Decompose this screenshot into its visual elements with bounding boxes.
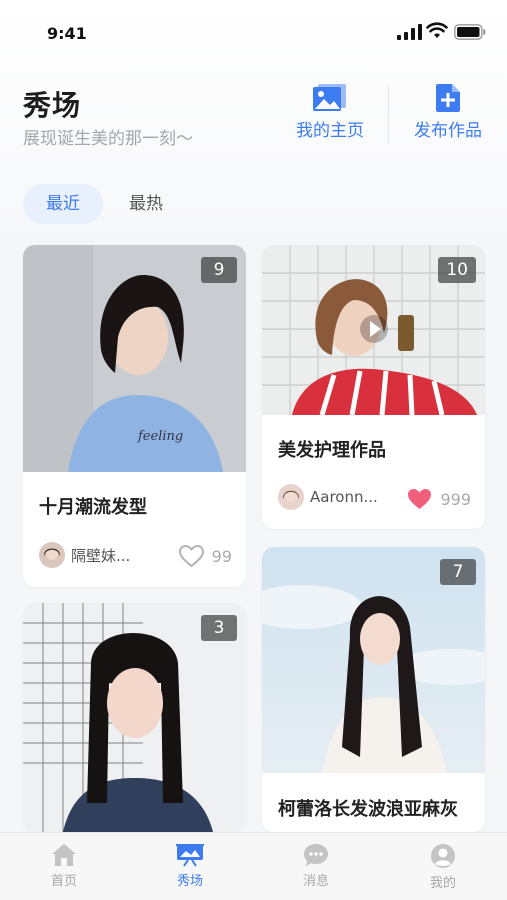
signal-icon bbox=[397, 24, 422, 40]
heart-outline-icon bbox=[178, 544, 204, 568]
photo-count-badge: 9 bbox=[201, 257, 237, 283]
publish-work-button[interactable]: 发布作品 bbox=[407, 84, 489, 148]
message-icon bbox=[304, 844, 328, 866]
nav-messages-label: 消息 bbox=[302, 874, 329, 889]
nav-messages[interactable]: 消息 bbox=[281, 843, 351, 889]
my-homepage-label: 我的主页 bbox=[296, 121, 364, 141]
card-photo: 7 bbox=[262, 547, 485, 773]
like-count: 999 bbox=[440, 489, 471, 509]
status-time: 9:41 bbox=[47, 24, 87, 43]
nav-showcase[interactable]: 秀场 bbox=[155, 843, 225, 889]
nav-home-label: 首页 bbox=[50, 874, 77, 889]
heart-filled-icon bbox=[408, 489, 432, 509]
photo-count-badge: 3 bbox=[201, 615, 237, 641]
photo-count-badge: 7 bbox=[440, 559, 476, 585]
avatar bbox=[278, 484, 304, 510]
tab-hot[interactable]: 最热 bbox=[106, 184, 186, 224]
tab-recent[interactable]: 最近 bbox=[23, 184, 103, 224]
card-title: 柯蕾洛长发波浪亚麻灰 bbox=[278, 799, 458, 820]
author-name: Aaronn... bbox=[310, 488, 378, 506]
profile-icon bbox=[431, 844, 455, 868]
home-icon bbox=[52, 844, 76, 866]
bottom-nav: 首页 秀场 消息 我的 bbox=[0, 832, 507, 900]
battery-icon bbox=[454, 24, 486, 40]
avatar bbox=[39, 542, 65, 568]
like-button[interactable]: 999 bbox=[406, 487, 471, 511]
my-homepage-button[interactable]: 我的主页 bbox=[289, 84, 371, 148]
nav-profile[interactable]: 我的 bbox=[408, 843, 478, 891]
card-photo: feeling 9 bbox=[23, 245, 246, 472]
card-photo: 3 bbox=[23, 603, 246, 832]
photo-count-badge: 10 bbox=[438, 257, 476, 283]
publish-work-label: 发布作品 bbox=[414, 121, 482, 141]
nav-showcase-label: 秀场 bbox=[176, 874, 203, 889]
page-subtitle: 展现诞生美的那一刻～ bbox=[23, 129, 193, 149]
card-title: 十月潮流发型 bbox=[39, 497, 147, 518]
card-title: 美发护理作品 bbox=[278, 440, 386, 461]
status-bar: 9:41 bbox=[0, 0, 507, 64]
card-author[interactable]: Aaronn... bbox=[278, 484, 378, 510]
like-count: 99 bbox=[211, 546, 232, 566]
svg-text:feeling: feeling bbox=[137, 429, 183, 444]
page-title: 秀场 bbox=[23, 89, 82, 122]
image-icon bbox=[313, 84, 346, 111]
showcase-icon bbox=[176, 844, 204, 867]
author-name: 隔壁妹... bbox=[71, 546, 131, 565]
nav-profile-label: 我的 bbox=[429, 876, 456, 891]
add-file-icon bbox=[436, 84, 460, 112]
work-card[interactable]: 10 美发护理作品 Aaronn... 999 bbox=[262, 245, 485, 529]
card-photo: 10 bbox=[262, 245, 485, 415]
work-card[interactable]: 3 bbox=[23, 603, 246, 832]
wifi-icon bbox=[426, 22, 448, 38]
nav-home[interactable]: 首页 bbox=[29, 843, 99, 889]
like-button[interactable]: 99 bbox=[178, 544, 232, 568]
work-card[interactable]: 7 柯蕾洛长发波浪亚麻灰 bbox=[262, 547, 485, 832]
work-card[interactable]: feeling 9 十月潮流发型 隔壁妹... 99 bbox=[23, 245, 246, 587]
header-divider bbox=[388, 86, 389, 144]
card-author[interactable]: 隔壁妹... bbox=[39, 542, 130, 568]
